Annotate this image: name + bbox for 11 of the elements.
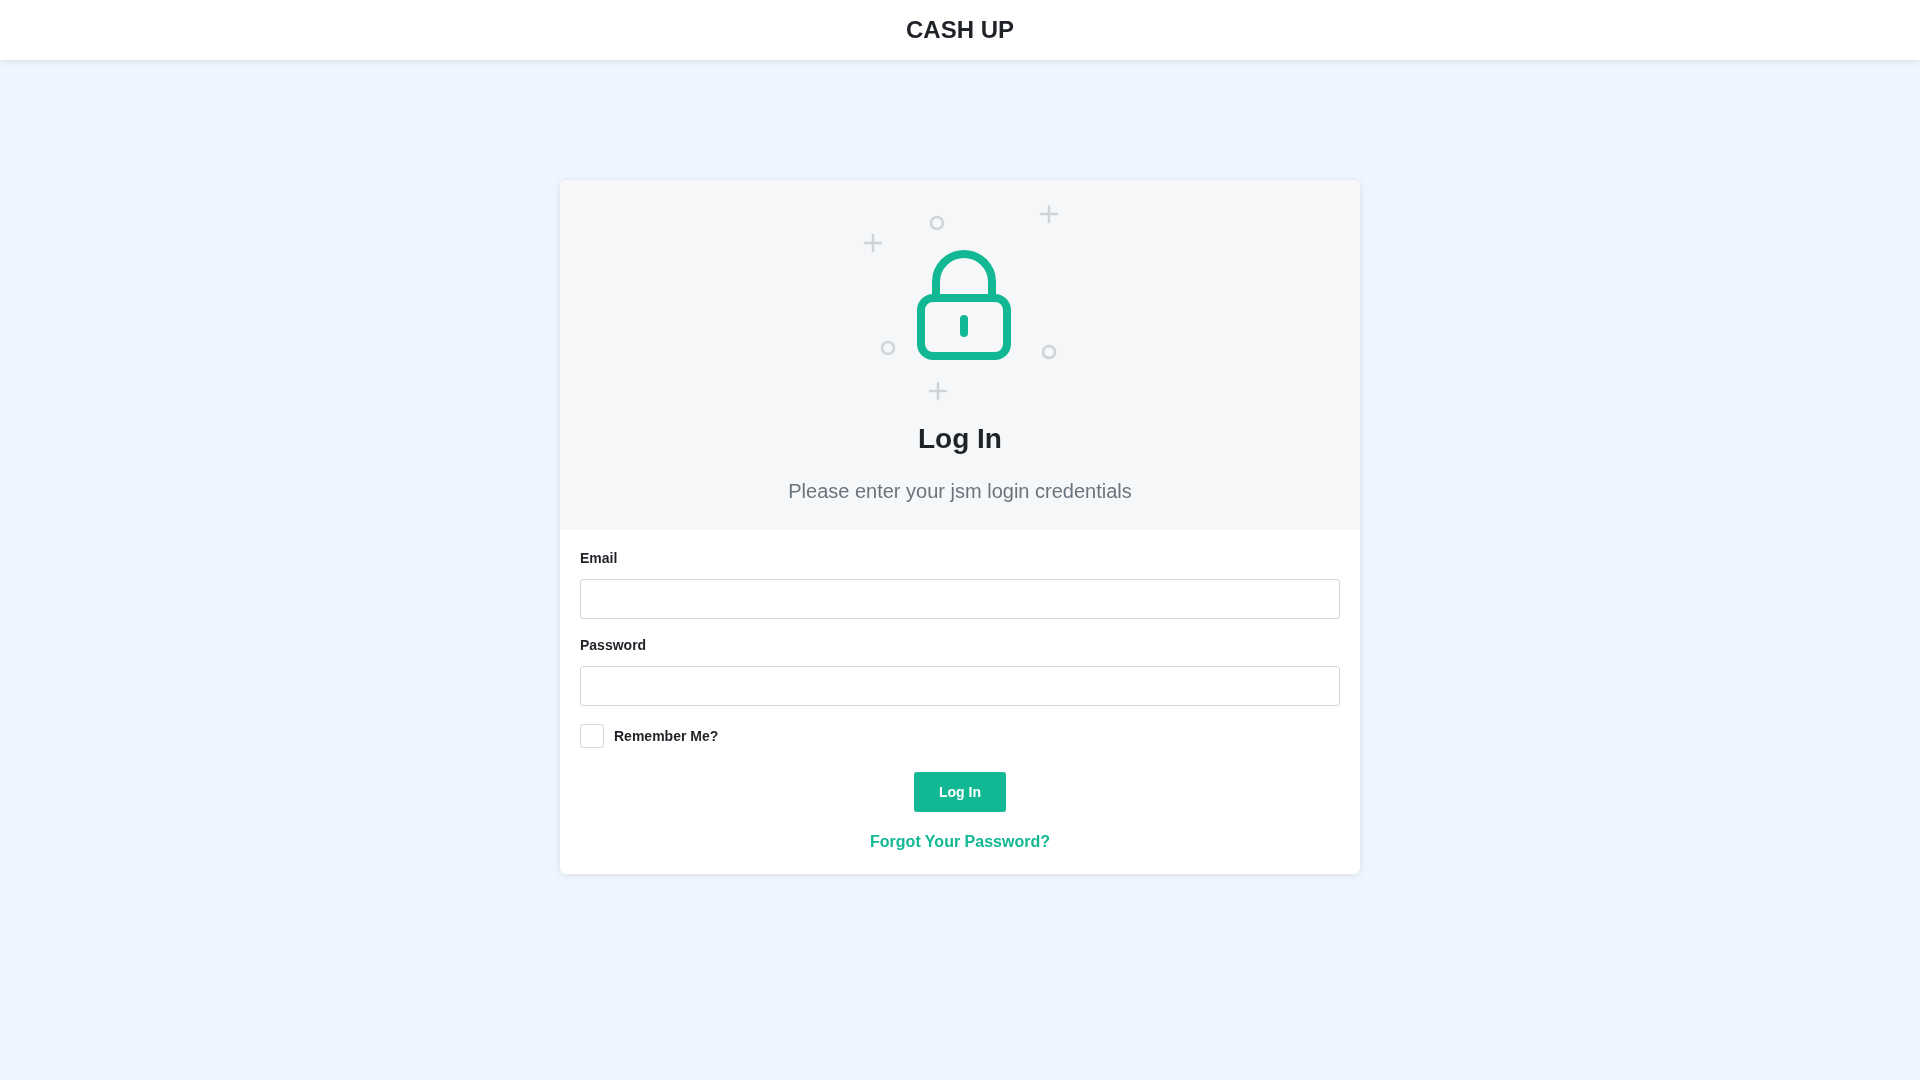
login-subtitle: Please enter your jsm login credentials [788,479,1132,504]
forgot-password-link[interactable]: Forgot Your Password? [870,830,1050,854]
remember-checkbox[interactable] [580,724,604,748]
login-button[interactable]: Log In [914,772,1006,812]
field-label: Email [580,549,619,568]
remember-label: Remember Me? [614,726,719,746]
input-field[interactable] [580,666,1340,706]
app-title: CASH UP [906,15,1014,45]
input-field[interactable] [580,579,1340,619]
field-label: Password [580,636,648,655]
login-title: Log In [918,422,1002,456]
